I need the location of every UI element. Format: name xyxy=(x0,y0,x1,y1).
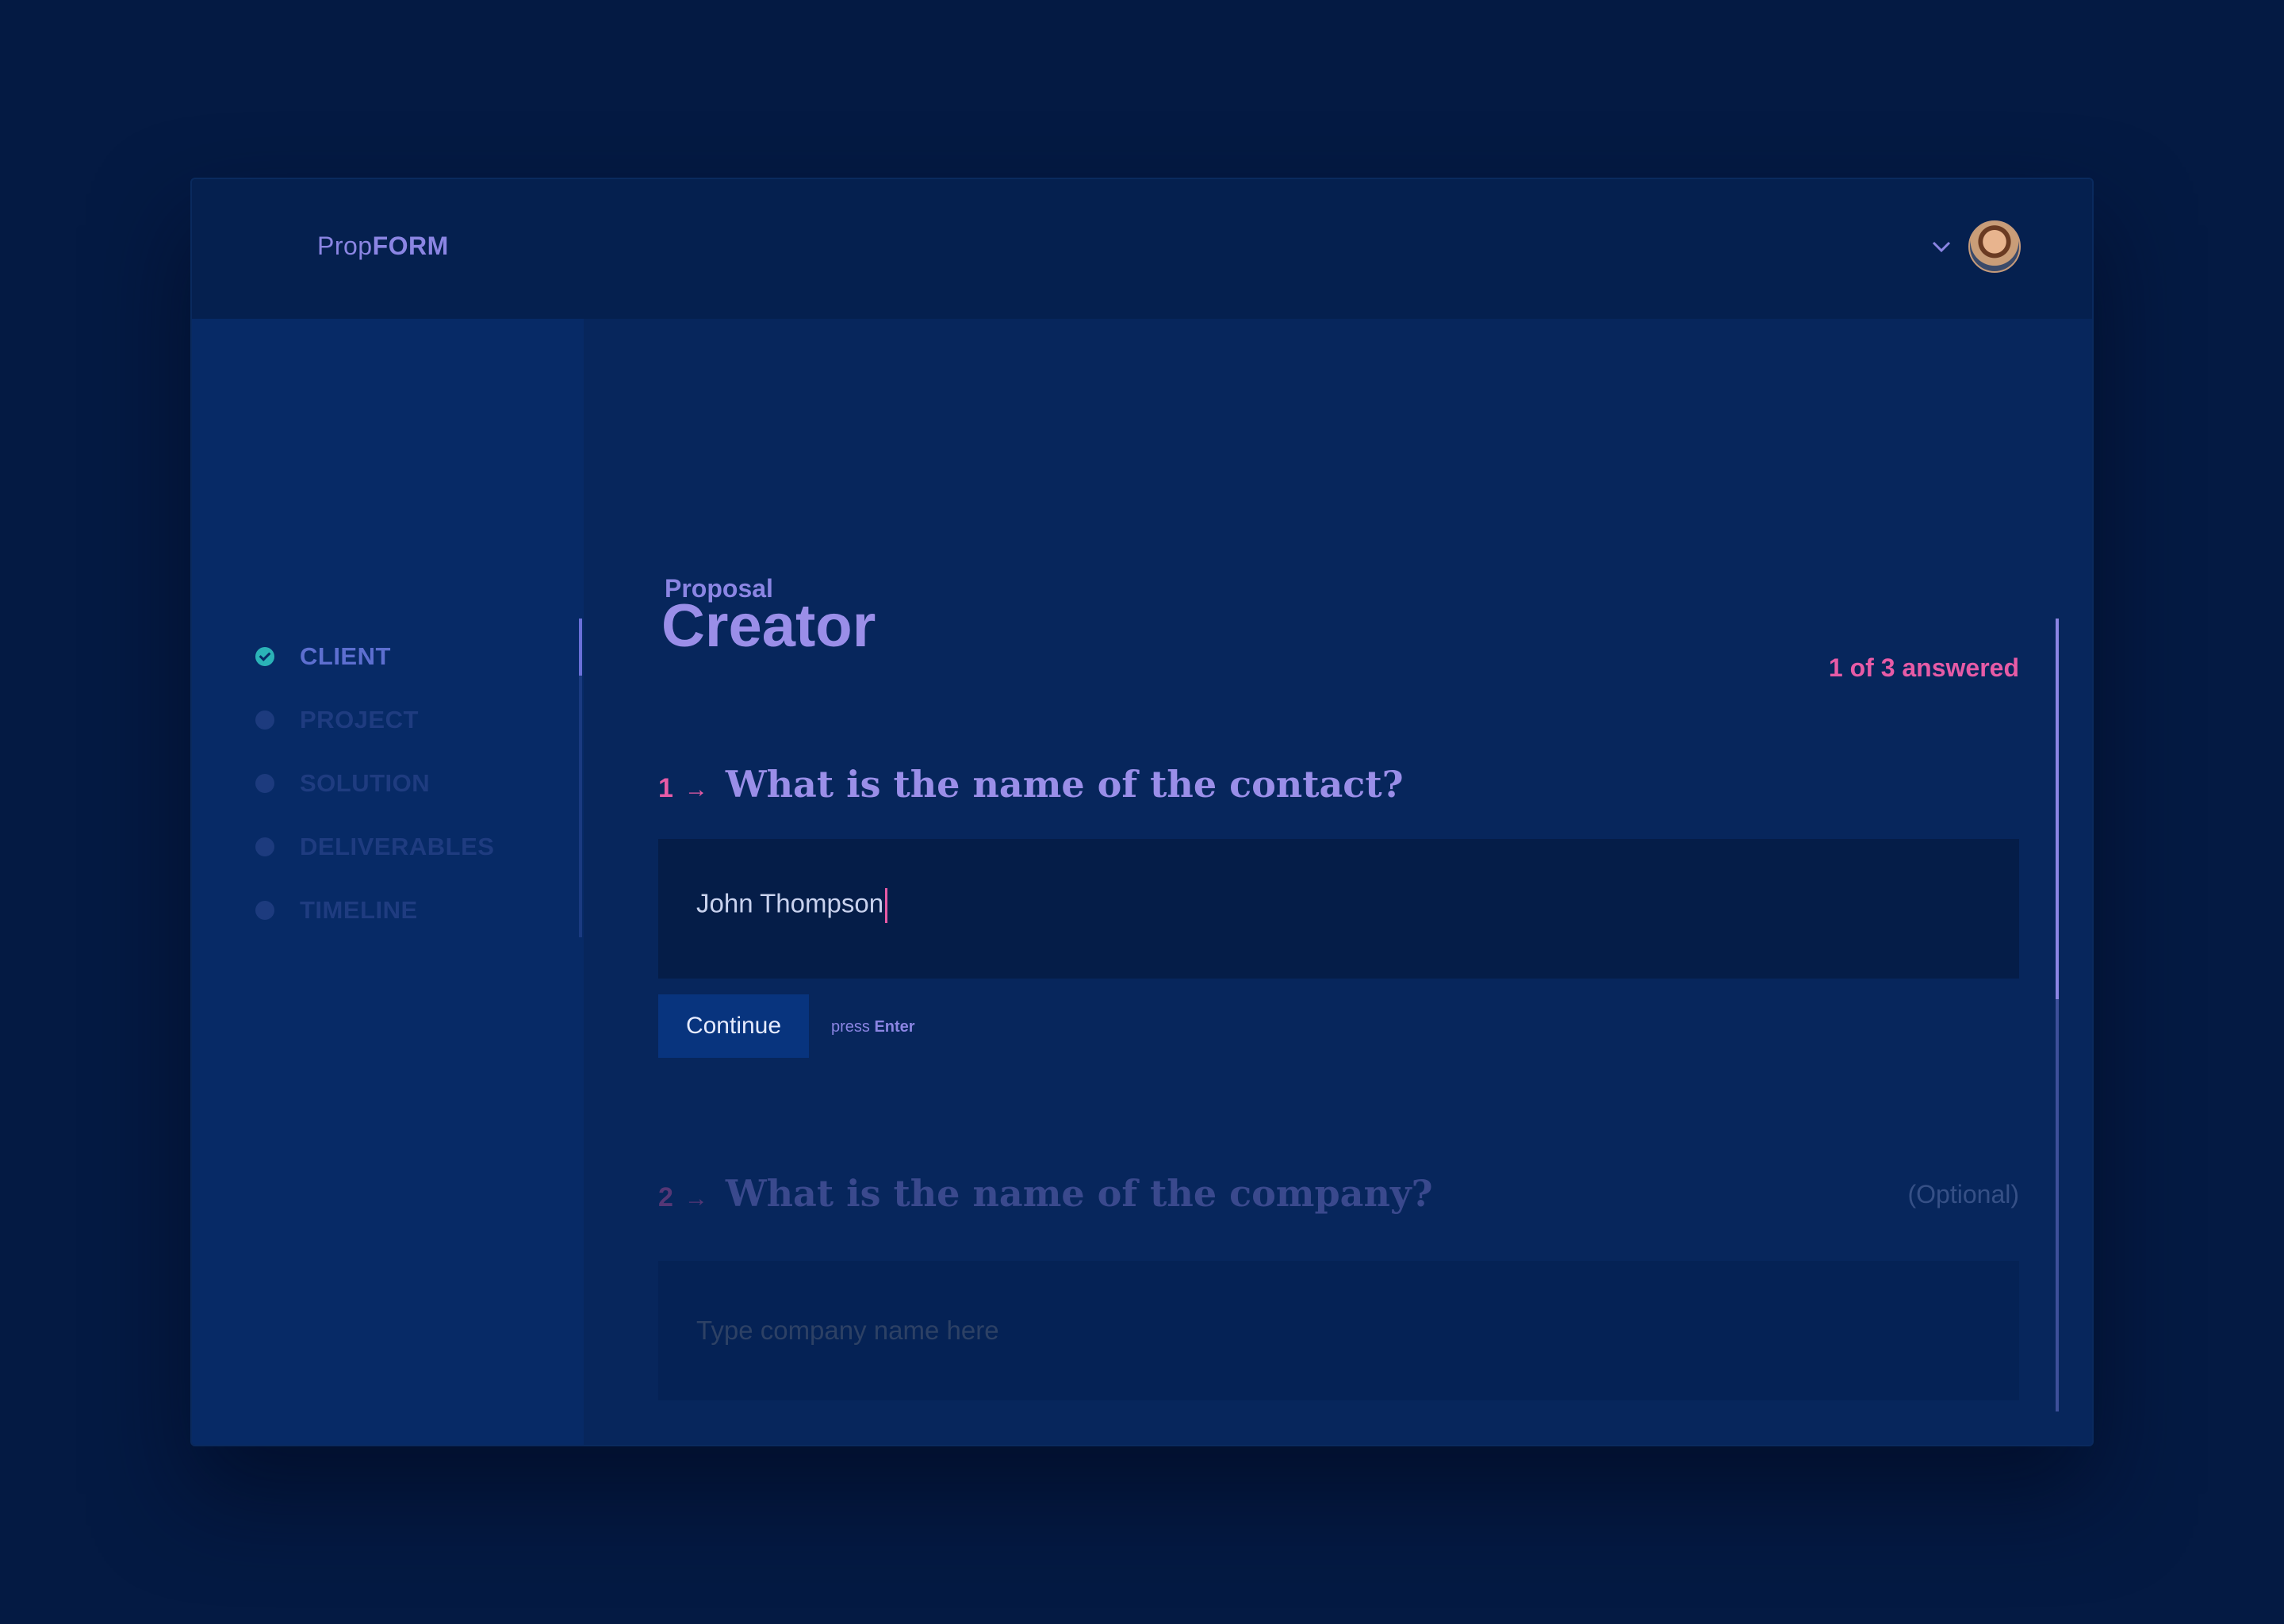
avatar[interactable] xyxy=(1968,220,2021,273)
contact-name-input[interactable]: John Thompson xyxy=(658,839,2019,979)
step-dot-icon xyxy=(255,837,274,856)
question-2-heading: 2 → What is the name of the company? xyxy=(658,1172,2019,1215)
app-window: PropFORM CLIENT PROJECT SOLUTION DELIVER… xyxy=(190,178,2094,1446)
step-label: CLIENT xyxy=(300,642,391,670)
text-caret xyxy=(885,888,888,923)
sidebar-item-client[interactable]: CLIENT xyxy=(255,625,494,688)
step-label: TIMELINE xyxy=(300,896,418,924)
brand-suffix: FORM xyxy=(372,232,449,260)
user-menu[interactable] xyxy=(1929,220,2021,273)
input-value: John Thompson xyxy=(696,888,888,923)
step-dot-icon xyxy=(255,774,274,793)
question-number: 1 xyxy=(658,773,673,803)
brand-prefix: Prop xyxy=(317,232,373,260)
chevron-down-icon[interactable] xyxy=(1929,234,1954,259)
optional-label: (Optional) xyxy=(1907,1180,2020,1208)
step-label: PROJECT xyxy=(300,706,419,733)
continue-button[interactable]: Continue xyxy=(658,994,809,1058)
question-title: What is the name of the company? xyxy=(725,1172,1433,1215)
sidebar: CLIENT PROJECT SOLUTION DELIVERABLES TIM… xyxy=(192,319,584,1445)
step-dot-icon xyxy=(255,710,274,730)
question-1-heading: 1 → What is the name of the contact? xyxy=(658,763,2019,806)
form-scrollbar-thumb[interactable] xyxy=(2056,619,2059,999)
step-progress-fill xyxy=(579,619,582,676)
step-label: DELIVERABLES xyxy=(300,833,495,860)
page-title: Creator xyxy=(661,592,876,660)
sidebar-item-project[interactable]: PROJECT xyxy=(255,688,494,752)
company-name-input[interactable] xyxy=(658,1261,2019,1400)
step-dot-icon xyxy=(255,901,274,920)
question-title: What is the name of the contact? xyxy=(725,763,1404,806)
step-label: SOLUTION xyxy=(300,769,431,797)
arrow-right-icon: → xyxy=(684,1185,708,1212)
brand-logo[interactable]: PropFORM xyxy=(317,232,449,261)
step-progress-rail xyxy=(579,619,582,937)
form-panel: Proposal Creator 1 of 3 answered 1 → Wha… xyxy=(584,319,2092,1445)
enter-key: Enter xyxy=(874,1018,915,1036)
answered-count: 1 of 3 answered xyxy=(1828,653,2019,682)
sidebar-item-timeline[interactable]: TIMELINE xyxy=(255,879,494,942)
form-scrollbar[interactable] xyxy=(2056,619,2059,1411)
sidebar-item-deliverables[interactable]: DELIVERABLES xyxy=(255,815,494,879)
step-list: CLIENT PROJECT SOLUTION DELIVERABLES TIM… xyxy=(255,625,494,942)
sidebar-item-solution[interactable]: SOLUTION xyxy=(255,752,494,815)
top-bar: PropFORM xyxy=(192,179,2092,319)
question-number: 2 xyxy=(658,1182,673,1212)
check-circle-icon xyxy=(255,647,274,666)
question-2: 2 → What is the name of the company? (Op… xyxy=(658,1172,2020,1400)
enter-hint: press Enter xyxy=(831,1018,915,1036)
stage: PropFORM CLIENT PROJECT SOLUTION DELIVER… xyxy=(0,0,2284,1624)
question-1: 1 → What is the name of the contact? Joh… xyxy=(658,763,2019,1058)
arrow-right-icon: → xyxy=(684,776,708,802)
